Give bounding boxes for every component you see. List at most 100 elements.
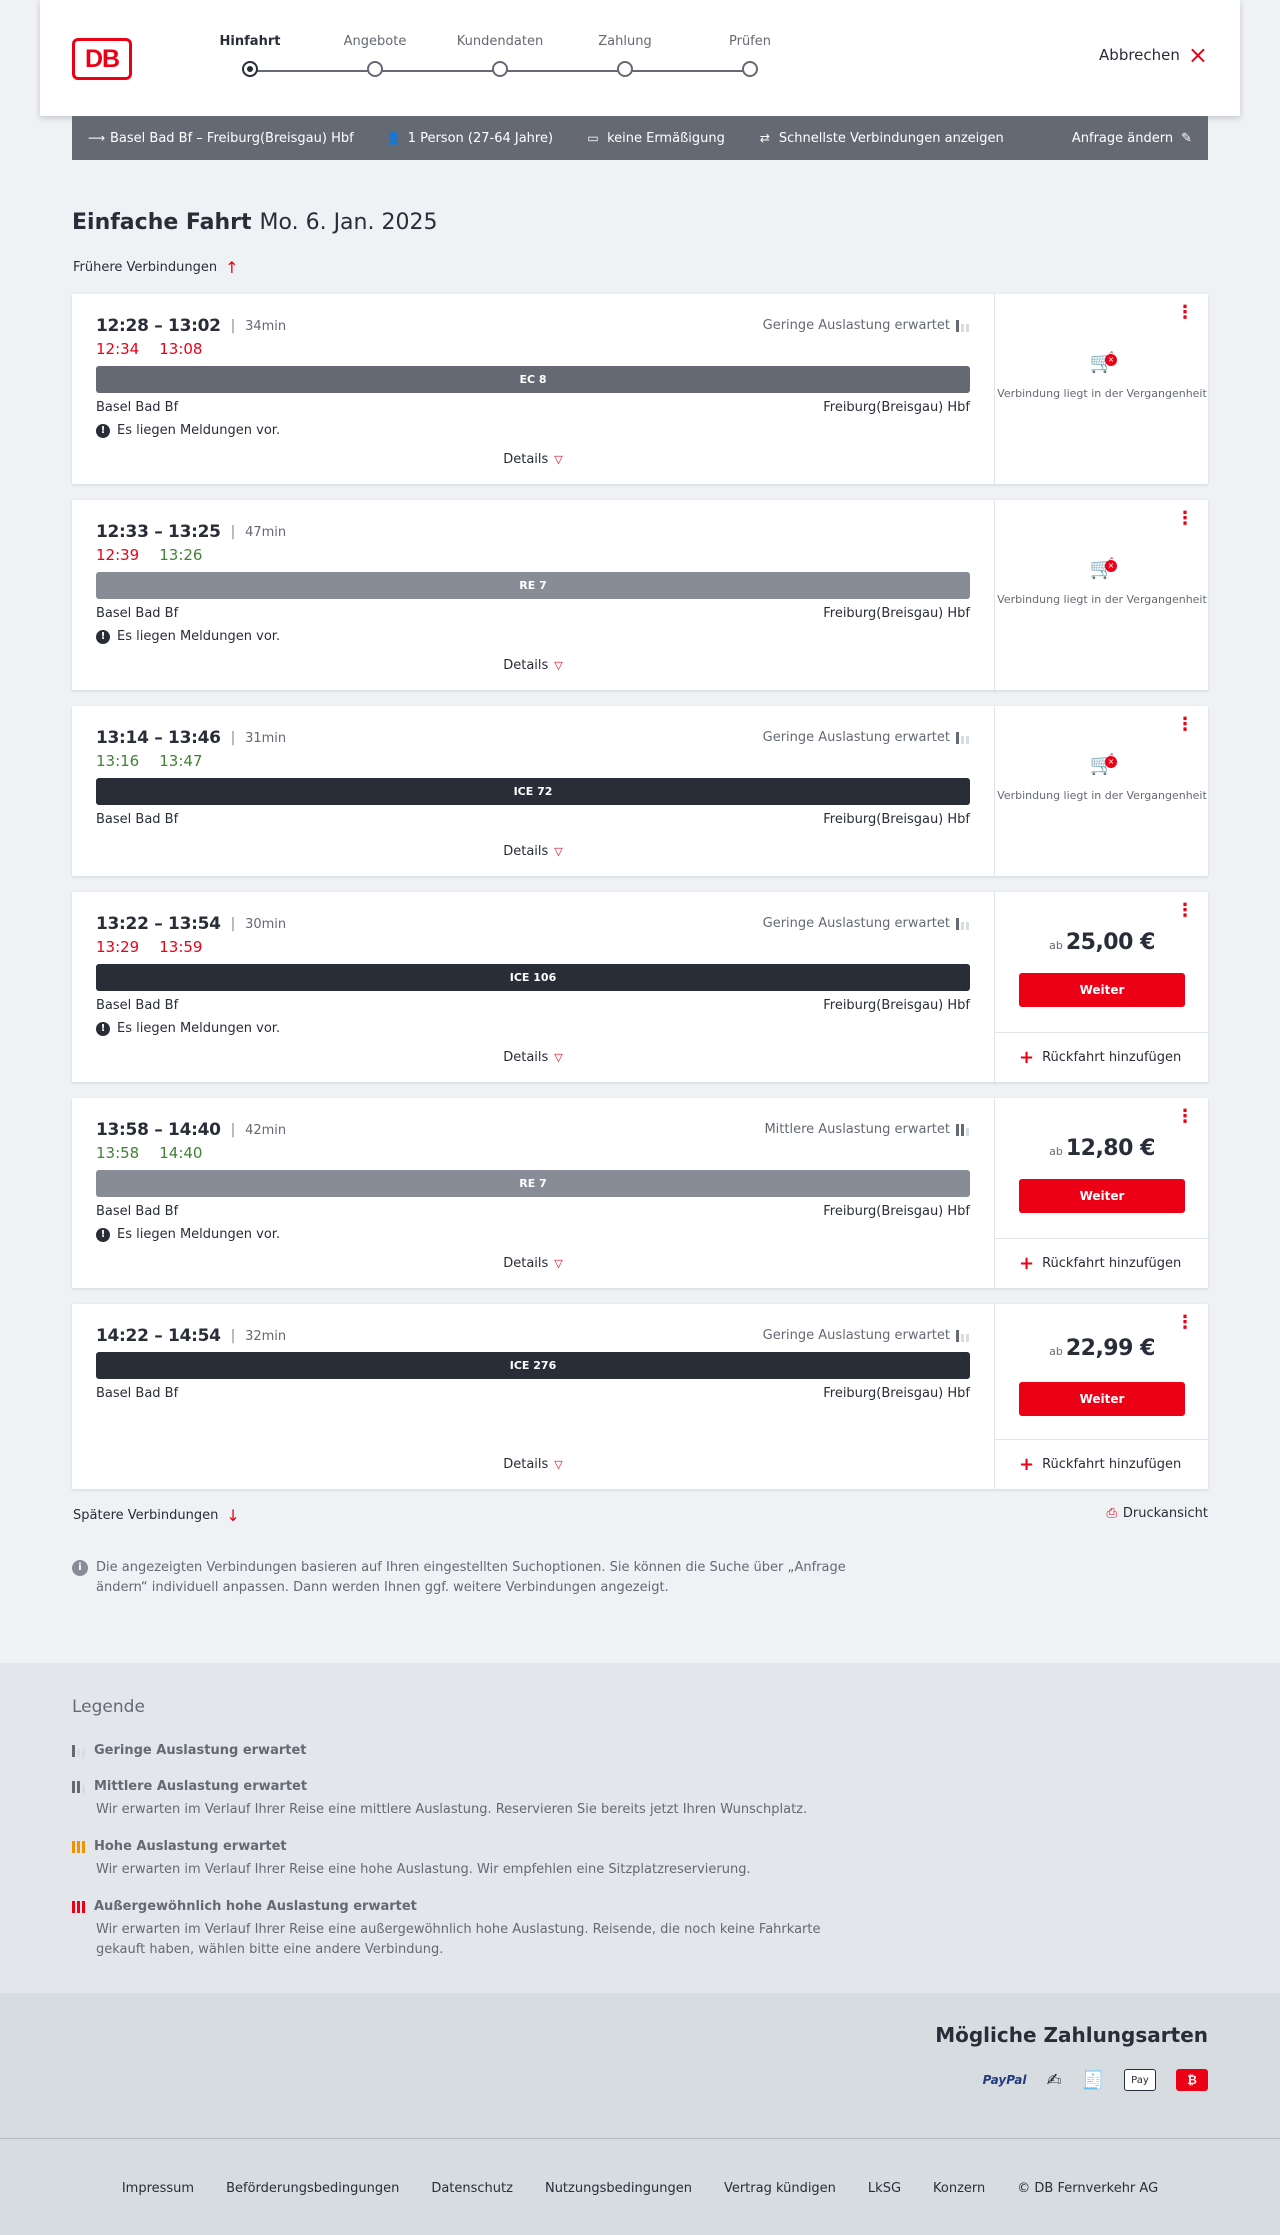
separator: |: [230, 318, 236, 334]
continue-button[interactable]: Weiter: [1019, 1179, 1185, 1213]
occupancy-low-icon: [72, 1744, 86, 1757]
continue-button[interactable]: Weiter: [1019, 973, 1185, 1007]
footer-link-impressum[interactable]: Impressum: [122, 2181, 194, 2196]
fastest-text: Schnellste Verbindungen anzeigen: [778, 130, 1004, 146]
details-toggle[interactable]: Details ▽: [72, 1050, 994, 1065]
duration: 47min: [245, 524, 287, 540]
details-toggle[interactable]: Details ▽: [72, 452, 994, 467]
train-bar[interactable]: ICE 106: [96, 964, 970, 991]
footer-link-kuendigen[interactable]: Vertrag kündigen: [724, 2181, 836, 2196]
footer-link-konzern[interactable]: Konzern: [933, 2181, 985, 2196]
more-options-icon[interactable]: ⋮: [1176, 304, 1194, 322]
more-options-icon[interactable]: ⋮: [1176, 1108, 1194, 1126]
realtime-times: 12:34 13:08: [96, 340, 202, 358]
offer-panel: ⋮ ab 25,00 € Weiter + Rückfahrt hinzufügen: [994, 892, 1209, 1082]
step-label: Angebote: [343, 34, 407, 49]
booking-stepper: Hinfahrt Angebote Kundendaten Zahlung Pr…: [210, 34, 771, 84]
change-request-button[interactable]: Anfrage ändern ✎: [1072, 131, 1192, 146]
fastest-toggle[interactable]: ⇄ Schnellste Verbindungen anzeigen: [757, 131, 1004, 146]
details-label: Details: [503, 452, 549, 467]
realtime-times: 12:39 13:26: [96, 546, 202, 564]
more-options-icon[interactable]: ⋮: [1176, 902, 1194, 920]
messages-text: Es liegen Meldungen vor.: [117, 423, 281, 438]
occupancy-low-icon: [956, 319, 970, 332]
db-logo[interactable]: DB: [72, 38, 132, 80]
connection-card[interactable]: 14:22 – 14:54 | 32min Geringe Auslastung e…: [72, 1304, 1209, 1489]
duration: 30min: [245, 916, 287, 932]
direct-debit-icon: ✍: [1046, 2069, 1062, 2091]
more-options-icon[interactable]: ⋮: [1176, 1314, 1194, 1332]
add-return-button[interactable]: + Rückfahrt hinzufügen: [995, 1238, 1209, 1288]
realtime-arrival: 13:47: [159, 752, 203, 770]
details-label: Details: [503, 1050, 549, 1065]
more-options-icon[interactable]: ⋮: [1176, 510, 1194, 528]
continue-button[interactable]: Weiter: [1019, 1382, 1185, 1416]
step-hinfahrt: Hinfahrt: [200, 34, 300, 77]
separator: |: [230, 916, 236, 932]
offer-panel: ⋮ 🛒 × Verbindung liegt in der Vergangenhei…: [994, 706, 1208, 876]
duration: 32min: [245, 1328, 287, 1344]
offer-panel: ⋮ 🛒 × Verbindung liegt in der Vergangenhei…: [994, 500, 1208, 690]
messages-notice: ! Es liegen Meldungen vor.: [96, 1021, 280, 1036]
earlier-connections-link[interactable]: Frühere Verbindungen ↑: [73, 258, 239, 277]
past-connection-notice: 🛒 × Verbindung liegt in der Vergangenheit: [995, 352, 1209, 402]
add-return-button[interactable]: + Rückfahrt hinzufügen: [995, 1439, 1209, 1489]
time-range: 13:58 – 14:40: [96, 1120, 221, 1140]
departure-station: Basel Bad Bf: [96, 400, 179, 415]
occupancy-medium-icon: [956, 1123, 970, 1136]
occupancy-high-icon: [72, 1840, 86, 1853]
details-label: Details: [503, 658, 549, 673]
more-options-icon[interactable]: ⋮: [1176, 716, 1194, 734]
connection-card[interactable]: 13:58 – 14:40 | 42min Mittlere Auslastung …: [72, 1098, 1209, 1288]
info-icon: i: [72, 1560, 88, 1576]
footer-link-datenschutz[interactable]: Datenschutz: [431, 2181, 513, 2196]
add-return-button[interactable]: + Rückfahrt hinzufügen: [995, 1032, 1209, 1082]
return-label: Rückfahrt hinzufügen: [1042, 1256, 1182, 1271]
occupancy-very-high-icon: [72, 1900, 86, 1913]
price-prefix: ab: [1049, 1345, 1063, 1358]
past-text: Verbindung liegt in der Vergangenheit: [997, 789, 1207, 802]
footer: Impressum Beförderungsbedingungen Datens…: [0, 2138, 1280, 2235]
pencil-icon: ✎: [1181, 130, 1192, 146]
connection-card[interactable]: 12:33 – 13:25 | 47min 12:39 13:26 RE 7 Base…: [72, 500, 1208, 690]
train-bar[interactable]: RE 7: [96, 1170, 970, 1197]
later-connections-link[interactable]: Spätere Verbindungen ↓: [73, 1506, 240, 1525]
details-label: Details: [503, 844, 549, 859]
step-label: Kundendaten: [456, 34, 544, 49]
footer-link-befoerderung[interactable]: Beförderungsbedingungen: [226, 2181, 399, 2196]
apple-pay-icon: Pay: [1124, 2069, 1156, 2091]
step-pruefen: Prüfen: [700, 34, 800, 77]
footer-link-nutzung[interactable]: Nutzungsbedingungen: [545, 2181, 692, 2196]
arrow-right-icon: ⟶: [88, 131, 106, 145]
details-toggle[interactable]: Details ▽: [72, 844, 994, 859]
print-view-link[interactable]: ⎙ Druckansicht: [1106, 1506, 1208, 1521]
price-value: 22,99 €: [1065, 1336, 1156, 1361]
connection-card[interactable]: 12:28 – 13:02 | 34min Geringe Auslastung e…: [72, 294, 1208, 484]
details-toggle[interactable]: Details ▽: [72, 658, 994, 673]
messages-text: Es liegen Meldungen vor.: [117, 629, 281, 644]
footer-link-lksg[interactable]: LkSG: [868, 2181, 901, 2196]
train-bar[interactable]: RE 7: [96, 572, 970, 599]
realtime-departure: 13:16: [96, 752, 140, 770]
train-bar[interactable]: ICE 72: [96, 778, 970, 805]
arrival-station: Freiburg(Breisgau) Hbf: [823, 606, 970, 621]
passenger-text: 1 Person (27-64 Jahre): [407, 130, 554, 146]
details-label: Details: [503, 1256, 549, 1271]
connection-card[interactable]: 13:14 – 13:46 | 31min Geringe Auslastung e…: [72, 706, 1208, 876]
payment-methods-section: Mögliche Zahlungsarten PayPal ✍ 🧾 Pay ₿: [0, 1993, 1280, 2138]
connection-card[interactable]: 13:22 – 13:54 | 30min Geringe Auslastung e…: [72, 892, 1209, 1082]
separator: |: [230, 1122, 236, 1138]
details-toggle[interactable]: Details ▽: [72, 1457, 994, 1472]
cancel-button[interactable]: Abbrechen ×: [1099, 43, 1208, 67]
train-bar[interactable]: ICE 276: [96, 1352, 970, 1379]
details-toggle[interactable]: Details ▽: [72, 1256, 994, 1271]
applepay-text: Pay: [1131, 2074, 1149, 2086]
train-bar[interactable]: EC 8: [96, 366, 970, 393]
alert-icon: !: [96, 1227, 110, 1242]
change-request-label: Anfrage ändern: [1071, 130, 1174, 146]
realtime-arrival: 14:40: [159, 1144, 203, 1162]
chevron-down-icon: ▽: [554, 1051, 563, 1064]
chevron-down-icon: ▽: [554, 845, 563, 858]
occupancy-info: Geringe Auslastung erwartet: [763, 730, 970, 745]
realtime-departure: 13:29: [96, 938, 140, 956]
